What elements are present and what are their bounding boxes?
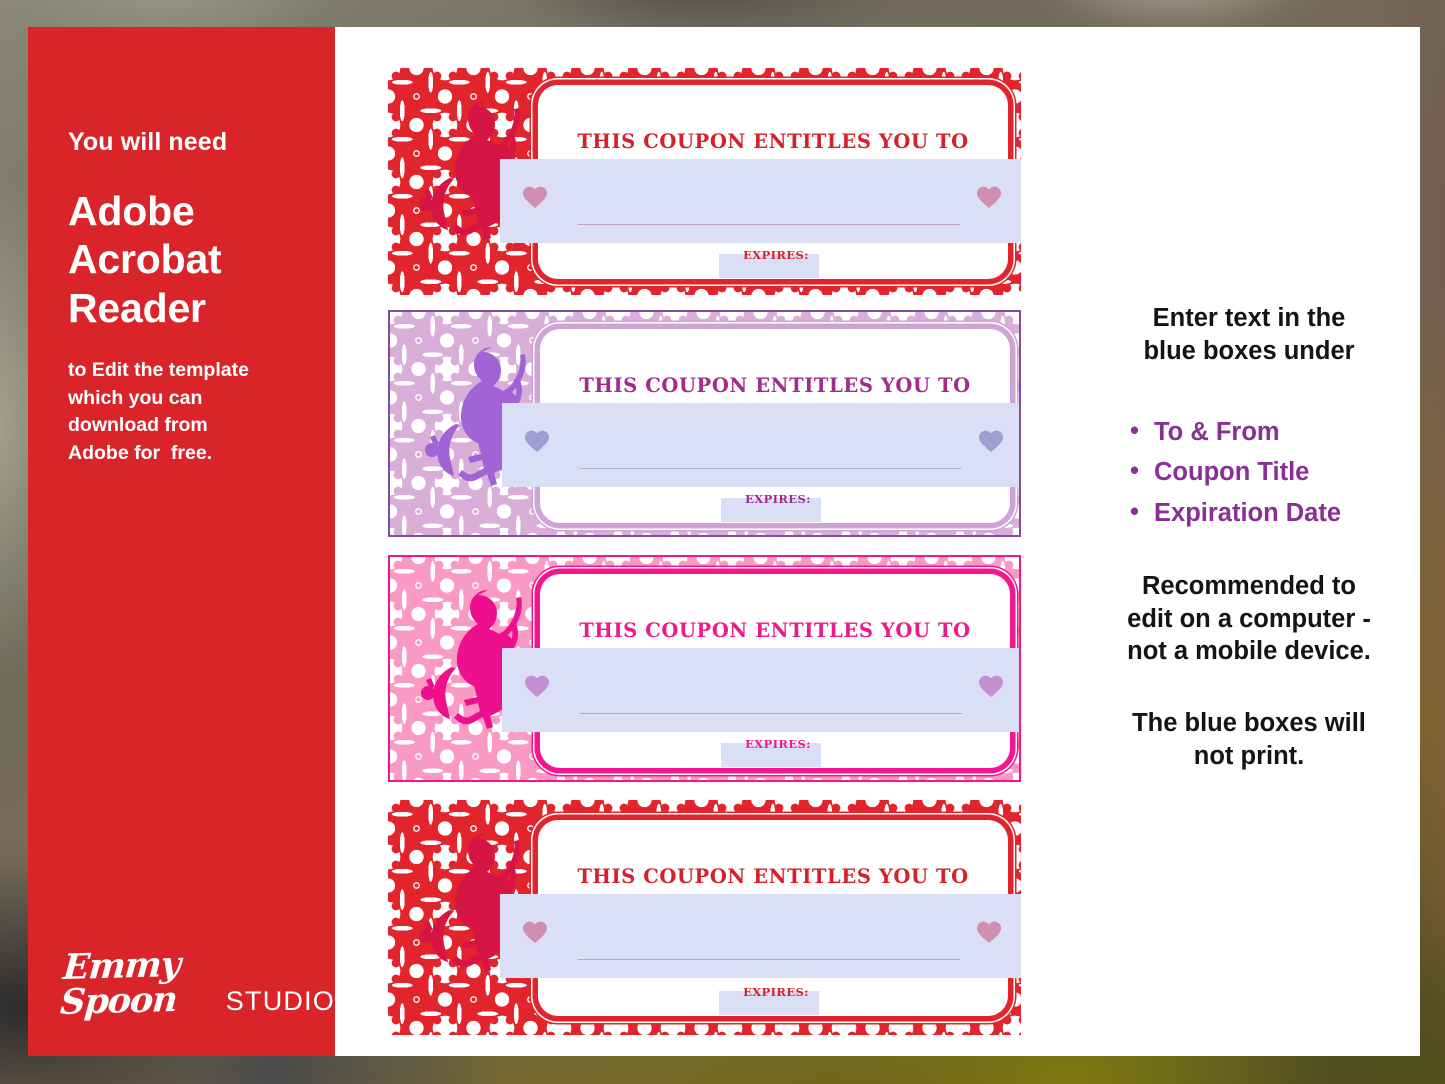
coupon-text-field[interactable]	[500, 159, 1021, 243]
coupon-headline: THIS COUPON ENTITLES YOU TO	[579, 374, 971, 397]
heart-icon-left	[525, 675, 549, 697]
heart-icon-right	[977, 921, 1001, 943]
coupon-writing-rule	[578, 959, 960, 960]
heart-icon-left	[525, 430, 549, 452]
coupon-expires-label: EXPIRES:	[743, 985, 809, 999]
coupon-inner-frame: THIS COUPON ENTITLES YOU TO EXPIRES:	[500, 85, 1021, 279]
coupon-writing-rule	[580, 468, 962, 469]
sidebar-body-text: to Edit the template which you can downl…	[68, 359, 249, 465]
coupon-headline: THIS COUPON ENTITLES YOU TO	[577, 130, 969, 153]
coupon-purple-2[interactable]: THIS COUPON ENTITLES YOU TO EXPIRES:	[388, 310, 1021, 537]
usage-instructions: Enter text in the blue boxes under To & …	[1078, 27, 1420, 1056]
instructions-heading: Enter text in the blue boxes under	[1143, 304, 1355, 365]
coupon-expires-label: EXPIRES:	[745, 492, 811, 506]
heart-icon-right	[979, 430, 1003, 452]
coupon-expires-label: EXPIRES:	[745, 737, 811, 751]
instructions-note-print: The blue boxes will not print.	[1132, 709, 1366, 770]
sidebar-title: Adobe Acrobat Reader	[68, 188, 222, 331]
editable-fields-list: To & From Coupon Title Expiration Date	[1078, 411, 1420, 533]
page-card: You will need Adobe Acrobat Reader to Ed…	[28, 27, 1420, 1056]
heart-icon-right	[979, 675, 1003, 697]
coupon-red-1[interactable]: THIS COUPON ENTITLES YOU TO EXPIRES:	[388, 68, 1021, 295]
brand-logo-script: Emmy Spoon	[58, 943, 182, 1024]
coupon-expires-label: EXPIRES:	[743, 248, 809, 262]
coupon-inner-frame: THIS COUPON ENTITLES YOU TO EXPIRES:	[502, 329, 1019, 523]
coupon-text-field[interactable]	[502, 403, 1019, 487]
coupon-red-4[interactable]: THIS COUPON ENTITLES YOU TO EXPIRES:	[388, 800, 1021, 1035]
brand-logo-studio: STUDIO	[225, 985, 335, 1016]
sidebar-kicker: You will need	[68, 128, 228, 156]
coupon-writing-rule	[580, 713, 962, 714]
heart-icon-left	[523, 186, 547, 208]
coupon-expires-row: EXPIRES:	[538, 248, 1008, 278]
brand-logo: Emmy Spoon STUDIO	[58, 943, 335, 1024]
coupon-expires-row: EXPIRES:	[540, 492, 1010, 522]
coupon-headline: THIS COUPON ENTITLES YOU TO	[579, 619, 971, 642]
coupon-writing-rule	[578, 224, 960, 225]
coupon-inner-frame: THIS COUPON ENTITLES YOU TO EXPIRES:	[502, 574, 1019, 768]
heart-icon-left	[523, 921, 547, 943]
list-item: Expiration Date	[1130, 492, 1420, 533]
coupon-list: THIS COUPON ENTITLES YOU TO EXPIRES: THI…	[360, 27, 1025, 1056]
coupon-inner-frame: THIS COUPON ENTITLES YOU TO EXPIRES:	[500, 820, 1021, 1016]
instructions-sidebar: You will need Adobe Acrobat Reader to Ed…	[28, 27, 335, 1056]
coupon-text-field[interactable]	[500, 894, 1021, 978]
instructions-note-device: Recommended to edit on a computer - not …	[1127, 572, 1371, 666]
coupon-pink-3[interactable]: THIS COUPON ENTITLES YOU TO EXPIRES:	[388, 555, 1021, 782]
coupon-expires-row: EXPIRES:	[538, 985, 1008, 1015]
coupon-text-field[interactable]	[502, 648, 1019, 732]
heart-icon-right	[977, 186, 1001, 208]
coupon-expires-row: EXPIRES:	[540, 737, 1010, 767]
list-item: Coupon Title	[1130, 451, 1420, 492]
list-item: To & From	[1130, 411, 1420, 452]
coupon-headline: THIS COUPON ENTITLES YOU TO	[577, 865, 969, 888]
